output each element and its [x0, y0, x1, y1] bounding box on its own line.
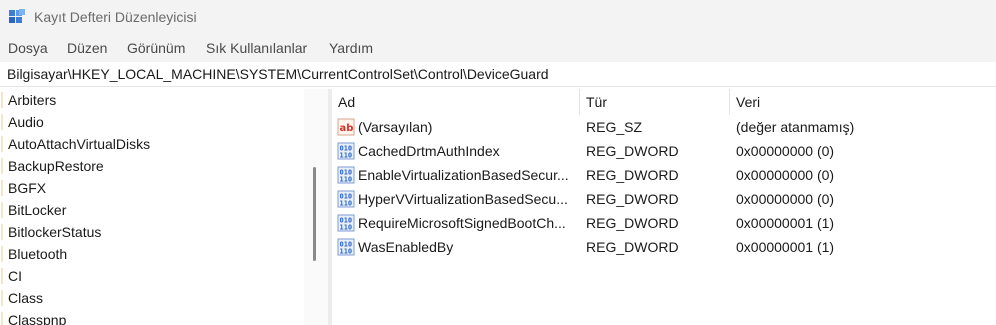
tree-guide-line	[1, 180, 3, 196]
value-row[interactable]: ab (Varsayılan) REG_SZ (değer atanmamış)	[332, 115, 996, 139]
tree-scrollbar-thumb[interactable]	[313, 167, 316, 261]
tree-item[interactable]: Classpnp	[0, 309, 300, 325]
tree-guide-line	[1, 290, 3, 306]
tree-item[interactable]: Audio	[0, 111, 300, 133]
value-name: CachedDrtmAuthIndex	[358, 143, 500, 159]
column-header-data[interactable]: Veri	[736, 94, 760, 110]
tree-item[interactable]: AutoAttachVirtualDisks	[0, 133, 300, 155]
value-row[interactable]: 010 110 CachedDrtmAuthIndex REG_DWORD 0x…	[332, 139, 996, 163]
tree-item-label: Class	[8, 290, 44, 306]
value-name: EnableVirtualizationBasedSecur...	[358, 167, 569, 183]
tree-item-label: Classpnp	[8, 312, 67, 325]
value-row[interactable]: 010 110 RequireMicrosoftSignedBootCh... …	[332, 211, 996, 235]
value-type: REG_DWORD	[586, 143, 679, 159]
binary-value-icon: 010 110	[337, 190, 355, 208]
binary-value-icon: 010 110	[337, 238, 355, 256]
value-data: 0x00000001 (1)	[736, 239, 835, 255]
value-data: 0x00000000 (0)	[736, 143, 835, 159]
menu-edit[interactable]: Düzen	[67, 40, 107, 56]
binary-value-icon: 010 110	[337, 166, 355, 184]
tree-item-label: CI	[8, 268, 22, 284]
tree-guide-line	[1, 268, 3, 284]
tree-item[interactable]: CI	[0, 265, 300, 287]
value-type: REG_SZ	[586, 119, 643, 135]
registry-editor-icon	[9, 9, 25, 23]
tree-guide-line	[1, 92, 3, 108]
tree-scrollbar[interactable]	[304, 89, 328, 325]
value-type: REG_DWORD	[586, 167, 679, 183]
tree-guide-line	[1, 136, 3, 152]
window-title: Kayıt Defteri Düzenleyicisi	[34, 9, 197, 25]
tree-guide-line	[1, 246, 3, 262]
menu-view[interactable]: Görünüm	[127, 40, 185, 56]
value-type: REG_DWORD	[586, 215, 679, 231]
tree-guide-line	[1, 158, 3, 174]
address-path[interactable]: Bilgisayar\HKEY_LOCAL_MACHINE\SYSTEM\Cur…	[7, 66, 549, 82]
tree-item-label: Arbiters	[8, 92, 57, 108]
value-row[interactable]: 010 110 EnableVirtualizationBasedSecur..…	[332, 163, 996, 187]
svg-text:110: 110	[340, 152, 353, 160]
tree-guide-line	[1, 114, 3, 130]
value-name: (Varsayılan)	[358, 119, 433, 135]
menu-bar: Dosya Düzen Görünüm Sık Kullanılanlar Ya…	[0, 36, 996, 62]
tree-guide-line	[1, 312, 3, 325]
svg-text:110: 110	[340, 176, 353, 184]
tree-item[interactable]: Arbiters	[0, 89, 300, 111]
tree-item-label: Bluetooth	[8, 246, 68, 262]
column-header-type[interactable]: Tür	[586, 94, 607, 110]
tree-item-label: BitlockerStatus	[8, 224, 102, 240]
tree-item[interactable]: BGFX	[0, 177, 300, 199]
value-data: 0x00000000 (0)	[736, 167, 835, 183]
string-value-icon: ab	[337, 118, 355, 136]
binary-value-icon: 010 110	[337, 142, 355, 160]
value-data: 0x00000001 (1)	[736, 215, 835, 231]
menu-file[interactable]: Dosya	[8, 40, 48, 56]
value-data: 0x00000000 (0)	[736, 191, 835, 207]
value-type: REG_DWORD	[586, 191, 679, 207]
tree-item[interactable]: BitlockerStatus	[0, 221, 300, 243]
value-row[interactable]: 010 110 WasEnabledBy REG_DWORD 0x0000000…	[332, 235, 996, 259]
tree-guide-line	[1, 202, 3, 218]
key-tree-pane: Arbiters Audio AutoAttachVirtualDisks Ba…	[0, 89, 303, 325]
title-bar: Kayıt Defteri Düzenleyicisi	[0, 0, 996, 36]
tree-item[interactable]: BackupRestore	[0, 155, 300, 177]
svg-text:110: 110	[340, 200, 353, 208]
column-separator[interactable]	[729, 89, 730, 115]
value-data: (değer atanmamış)	[736, 119, 855, 135]
value-name: RequireMicrosoftSignedBootCh...	[358, 215, 566, 231]
value-row[interactable]: 010 110 HyperVVirtualizationBasedSecu...…	[332, 187, 996, 211]
column-separator[interactable]	[579, 89, 580, 115]
tree-guide-line	[1, 224, 3, 240]
value-name: HyperVVirtualizationBasedSecu...	[358, 191, 568, 207]
value-name: WasEnabledBy	[358, 239, 454, 255]
tree-item[interactable]: BitLocker	[0, 199, 300, 221]
binary-value-icon: 010 110	[337, 214, 355, 232]
column-header-name[interactable]: Ad	[338, 94, 355, 110]
svg-text:110: 110	[340, 248, 353, 256]
value-type: REG_DWORD	[586, 239, 679, 255]
tree-item-label: BackupRestore	[8, 158, 104, 174]
tree-item-label: BitLocker	[8, 202, 67, 218]
tree-item[interactable]: Bluetooth	[0, 243, 300, 265]
values-pane: Ad Tür Veri ab (Varsayılan) REG_SZ (değe…	[332, 89, 996, 325]
tree-item-label: Audio	[8, 114, 44, 130]
svg-text:ab: ab	[340, 123, 354, 134]
menu-help[interactable]: Yardım	[329, 40, 373, 56]
menu-favorites[interactable]: Sık Kullanılanlar	[206, 40, 307, 56]
tree-item[interactable]: Class	[0, 287, 300, 309]
svg-text:110: 110	[340, 224, 353, 232]
tree-item-label: AutoAttachVirtualDisks	[8, 136, 151, 152]
address-bar[interactable]: Bilgisayar\HKEY_LOCAL_MACHINE\SYSTEM\Cur…	[0, 62, 996, 87]
tree-item-label: BGFX	[8, 180, 47, 196]
